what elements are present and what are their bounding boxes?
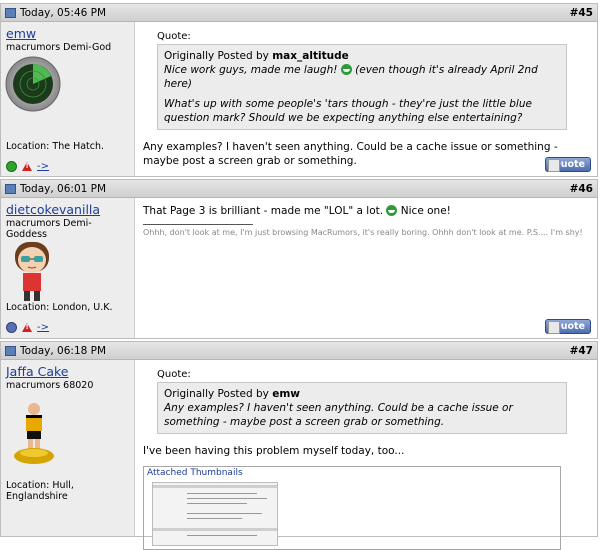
quote-text: Any examples? I haven't seen anything. C…: [164, 402, 513, 428]
user-sidebar: emw macrumors Demi-God Location: The Hat…: [1, 22, 135, 176]
thumbnail-image[interactable]: [152, 482, 278, 546]
quote-pen-icon: [548, 159, 560, 172]
user-title: macrumors 68020: [6, 380, 94, 391]
quote-line-1: Nice work guys, made me laugh!: [164, 64, 338, 76]
post-header: Today, 05:46 PM #45: [1, 4, 597, 22]
post-content: Quote: Originally Posted by emw Any exam…: [135, 360, 597, 550]
signature: Ohhh, don't look at me, I'm just browsin…: [143, 228, 583, 237]
quote-label: Quote:: [157, 31, 191, 42]
user-sidebar: Jaffa Cake macrumors 68020 Location: Hul…: [1, 360, 135, 536]
laugh-smiley-icon: [340, 64, 352, 75]
post-number-link[interactable]: #46: [570, 183, 593, 195]
post-45: Today, 05:46 PM #45 emw macrumors Demi-G…: [0, 3, 598, 177]
signature-divider: [143, 224, 253, 225]
post-message: I've been having this problem myself tod…: [143, 445, 405, 457]
radar-avatar[interactable]: [5, 56, 61, 112]
cartoon-girl-avatar[interactable]: [7, 236, 57, 306]
user-location: Location: London, U.K.: [6, 302, 113, 313]
quote-button[interactable]: Quote: [545, 157, 591, 172]
quote-label: Quote:: [157, 369, 191, 380]
post-message-text-2: Nice one!: [400, 205, 451, 217]
post-46: Today, 06:01 PM #46 dietcokevanilla macr…: [0, 179, 598, 339]
quote-line-2: What's up with some people's 'tars thoug…: [164, 98, 532, 124]
view-post-link[interactable]: ->: [37, 322, 49, 333]
quote-pen-icon: [548, 321, 560, 334]
username-link[interactable]: Jaffa Cake: [6, 364, 129, 379]
user-location: Location: The Hatch.: [6, 141, 105, 152]
laugh-smiley-icon: [386, 205, 398, 216]
post-icon: [5, 345, 16, 356]
quote-box: Originally Posted by emw Any examples? I…: [157, 382, 567, 434]
attachments-title: Attached Thumbnails: [147, 468, 243, 478]
post-time: Today, 05:46 PM: [20, 6, 107, 19]
view-post-link[interactable]: ->: [37, 161, 49, 172]
football-figure-avatar[interactable]: [11, 400, 57, 466]
post-content: That Page 3 is brilliant - made me "LOL"…: [135, 198, 597, 338]
quote-prefix: Originally Posted by: [164, 50, 273, 62]
username-link[interactable]: dietcokevanilla: [6, 202, 129, 217]
attached-thumbnails: Attached Thumbnails: [143, 466, 561, 550]
post-number-link[interactable]: #45: [570, 7, 593, 19]
report-icon[interactable]: [22, 323, 32, 332]
post-message-text: That Page 3 is brilliant - made me "LOL"…: [143, 205, 384, 217]
post-header: Today, 06:18 PM #47: [1, 342, 597, 360]
post-message: Any examples? I haven't seen anything. C…: [143, 141, 558, 167]
post-time: Today, 06:01 PM: [20, 182, 107, 195]
quote-author: emw: [272, 388, 300, 400]
offline-status-icon: [6, 322, 17, 333]
username-link[interactable]: emw: [6, 26, 129, 41]
online-status-icon: [6, 161, 17, 172]
post-icon: [5, 7, 16, 18]
user-title: macrumors Demi-God: [6, 42, 112, 53]
post-header: Today, 06:01 PM #46: [1, 180, 597, 198]
user-sidebar: dietcokevanilla macrumors Demi-Goddess L…: [1, 198, 135, 338]
quote-box: Originally Posted by max_altitude Nice w…: [157, 44, 567, 130]
user-location: Location: Hull, Englandshire: [6, 480, 74, 502]
quote-button[interactable]: Quote: [545, 319, 591, 334]
post-47: Today, 06:18 PM #47 Jaffa Cake macrumors…: [0, 341, 598, 550]
post-icon: [5, 183, 16, 194]
post-content: Quote: Originally Posted by max_altitude…: [135, 22, 597, 176]
report-icon[interactable]: [22, 162, 32, 171]
quote-prefix: Originally Posted by: [164, 388, 273, 400]
post-message: That Page 3 is brilliant - made me "LOL"…: [143, 204, 589, 218]
post-number-link[interactable]: #47: [570, 345, 593, 357]
quote-author: max_altitude: [272, 50, 349, 62]
post-time: Today, 06:18 PM: [20, 344, 107, 357]
